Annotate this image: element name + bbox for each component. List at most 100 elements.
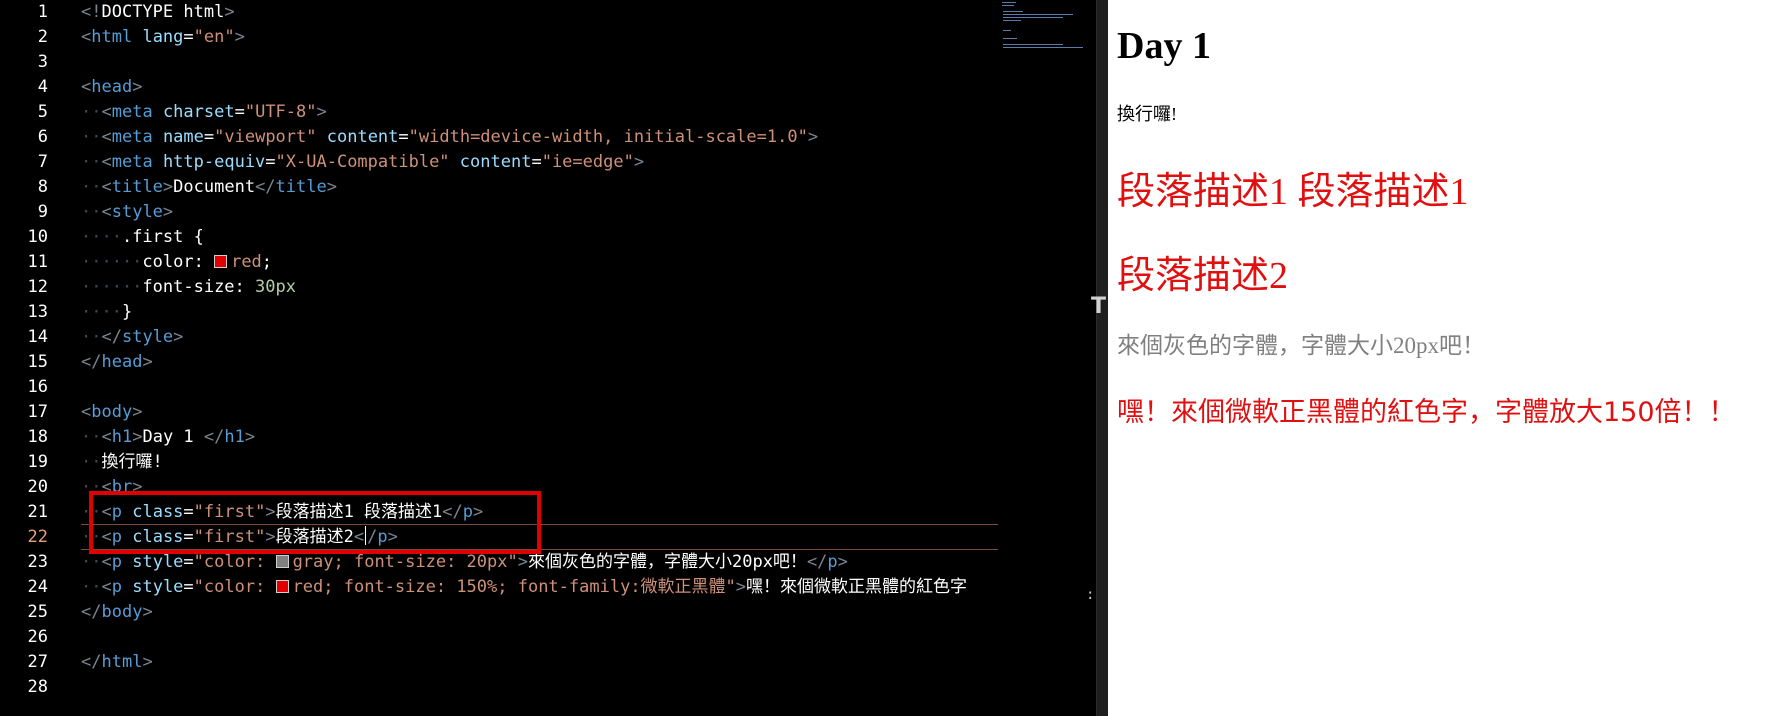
token-bkt: </	[255, 177, 276, 197]
token-tag: style	[111, 202, 163, 222]
line-code: </head>	[81, 350, 153, 375]
code-line[interactable]: 3	[0, 50, 1000, 75]
token-tag: style	[121, 327, 174, 347]
token-bkt: >	[735, 577, 747, 597]
code-line[interactable]: 7 ··<meta http-equiv="X-UA-Compatible" co…	[0, 150, 1000, 175]
token-str: gray; font-size: 20px"	[292, 552, 518, 572]
token-guide: ··	[81, 177, 102, 197]
token-bkt: >	[142, 602, 153, 622]
token-bkt: >	[142, 352, 153, 372]
token-txt: =	[203, 127, 215, 147]
code-line[interactable]: 25 </body>	[0, 600, 1000, 625]
code-line[interactable]: 2 <html lang="en">	[0, 25, 1000, 50]
token-txt: =	[398, 127, 409, 147]
token-str: "viewport"	[214, 127, 317, 147]
token-txt: color:	[142, 252, 215, 272]
line-code: </html>	[81, 650, 153, 675]
text-cursor-icon: T	[1091, 294, 1107, 319]
code-line[interactable]: 26	[0, 625, 1000, 650]
code-line[interactable]: 10 ····.first {	[0, 225, 1000, 250]
token-guide: ··	[81, 127, 102, 147]
token-bkt: <	[101, 202, 112, 222]
token-txt: =	[183, 552, 194, 572]
token-tag: head	[101, 352, 143, 372]
token-txt: Day 1	[142, 427, 204, 447]
token-bkt: <	[101, 177, 112, 197]
line-number: 7	[37, 152, 48, 172]
code-line[interactable]: 28	[0, 675, 1000, 700]
code-line[interactable]: 19 ··換行囉!	[0, 450, 1000, 475]
token-txt: Document	[173, 177, 256, 197]
line-number: 26	[27, 627, 48, 647]
token-bkt: >	[244, 427, 256, 447]
token-str: red	[231, 252, 262, 272]
code-line[interactable]: 12 ······font-size: 30px	[0, 275, 1000, 300]
code-line[interactable]: 4 <head>	[0, 75, 1000, 100]
code-line[interactable]: 11 ······color: red;	[0, 250, 1000, 275]
line-code: </body>	[81, 600, 153, 625]
token-str: "color:	[193, 552, 276, 572]
token-tag: h1	[111, 427, 133, 447]
scroll-indicator-icon: :	[1086, 587, 1095, 603]
token-guide: ··	[81, 152, 102, 172]
token-bkt: >	[132, 402, 143, 422]
line-number: 11	[27, 252, 48, 272]
line-number: 21	[27, 502, 48, 522]
token-bkt: >	[234, 27, 245, 47]
code-editor[interactable]: 1 <!DOCTYPE html> 2 <html lang="en"> 3 4 <head…	[0, 0, 1104, 716]
code-line[interactable]: 18 ··<h1>Day 1 </h1>	[0, 425, 1000, 450]
code-line[interactable]: 1 <!DOCTYPE html>	[0, 0, 1000, 25]
minimap[interactable]	[1000, 0, 1090, 50]
token-str: red; font-size: 150%; font-family:微軟正黑體"	[292, 577, 736, 597]
code-line[interactable]: 27 </html>	[0, 650, 1000, 675]
code-line[interactable]: 8 ··<title>Document</title>	[0, 175, 1000, 200]
code-line[interactable]: 15 </head>	[0, 350, 1000, 375]
line-code: <head>	[81, 75, 142, 100]
token-str: "UTF-8"	[244, 102, 317, 122]
code-line[interactable]: 5 ··<meta charset="UTF-8">	[0, 100, 1000, 125]
token-str: "en"	[193, 27, 235, 47]
token-guide: ····	[81, 227, 122, 247]
token-bkt: <	[101, 427, 112, 447]
token-bkt: >	[837, 552, 848, 572]
color-swatch-icon[interactable]	[214, 255, 228, 268]
token-guide: ··	[81, 577, 102, 597]
token-bkt: <	[81, 402, 92, 422]
code-line[interactable]: 6 ··<meta name="viewport" content="width=…	[0, 125, 1000, 150]
token-txt: .first {	[121, 227, 204, 247]
token-tag: p	[111, 552, 122, 572]
token-bkt: </	[81, 602, 102, 622]
token-bkt: </	[806, 552, 828, 572]
code-line[interactable]: 13 ····}	[0, 300, 1000, 325]
line-number: 14	[27, 327, 48, 347]
token-guide: ··	[81, 102, 102, 122]
line-code: ··</style>	[81, 325, 183, 350]
code-line[interactable]: 16	[0, 375, 1000, 400]
line-code: ····}	[81, 300, 132, 325]
pane-splitter[interactable]	[1096, 0, 1108, 716]
line-number: 19	[27, 452, 48, 472]
token-bkt: >	[162, 202, 174, 222]
preview-heading: Day 1	[1117, 25, 1211, 67]
token-bkt: <	[101, 102, 112, 122]
token-txt: 來個灰色的字體，字體大小20px吧！	[527, 552, 807, 572]
token-tag: meta	[111, 102, 153, 122]
code-line[interactable]: 17 <body>	[0, 400, 1000, 425]
token-bkt: <	[101, 152, 112, 172]
token-attr: style	[132, 552, 184, 572]
code-line[interactable]: 24 ··<p style="color: red; font-size: 150…	[0, 575, 1000, 600]
code-line[interactable]: 9 ··<style>	[0, 200, 1000, 225]
line-code: ··<meta http-equiv="X-UA-Compatible" con…	[81, 150, 644, 175]
line-number: 15	[27, 352, 48, 372]
token-bkt: >	[517, 552, 528, 572]
code-line[interactable]: 14 ··</style>	[0, 325, 1000, 350]
line-code: ··<h1>Day 1 </h1>	[81, 425, 255, 450]
token-txt: =	[531, 152, 542, 172]
line-number: 8	[37, 177, 48, 197]
token-txt: =	[265, 152, 276, 172]
color-swatch-icon[interactable]	[275, 555, 289, 568]
color-swatch-icon[interactable]	[275, 580, 289, 593]
